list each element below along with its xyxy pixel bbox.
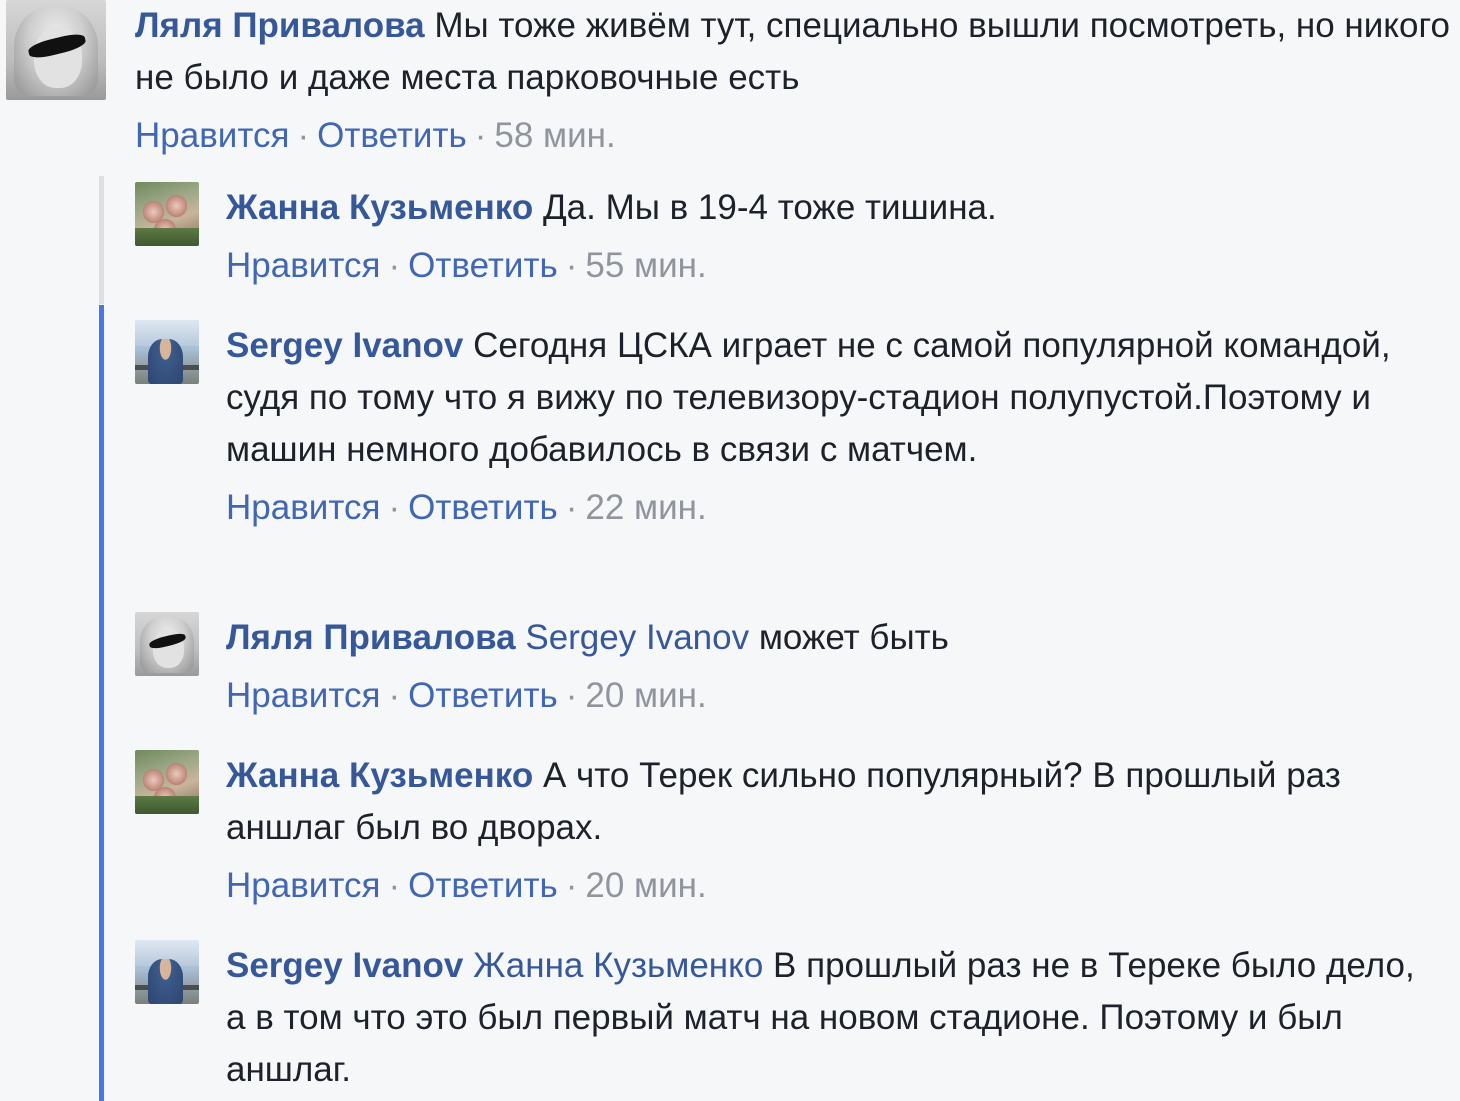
reply-thread-line [99, 176, 104, 304]
like-link[interactable]: Нравится [226, 676, 380, 715]
comment-text: Sergey Ivanov Сегодня ЦСКА играет не с с… [226, 320, 1436, 476]
comment-author-link[interactable]: Sergey Ivanov [226, 946, 463, 985]
comment-body: Жанна Кузьменко Да. Мы в 19-4 тоже тишин… [226, 182, 1436, 292]
comment-actions: Нравится · Ответить · 22 мин. [226, 482, 1436, 534]
separator-dot: · [388, 488, 401, 527]
comment-author-link[interactable]: Ляля Привалова [135, 6, 425, 45]
comment-text: Sergey Ivanov Жанна Кузьменко В прошлый … [226, 940, 1436, 1096]
comment-actions: Нравится · Ответить · 20 мин. [226, 860, 1436, 912]
like-link[interactable]: Нравится [226, 866, 380, 905]
avatar[interactable] [135, 320, 199, 384]
reply-link[interactable]: Ответить [408, 246, 558, 285]
comment-author-link[interactable]: Жанна Кузьменко [226, 188, 533, 227]
avatar[interactable] [135, 182, 199, 246]
reply-link[interactable]: Ответить [317, 116, 467, 155]
comment-author-link[interactable]: Жанна Кузьменко [226, 756, 533, 795]
separator-dot: · [474, 116, 487, 155]
comment-text: Ляля Привалова Sergey Ivanov может быть [226, 612, 1436, 664]
reply-comment: Жанна Кузьменко А что Терек сильно попул… [135, 750, 1436, 912]
like-link[interactable]: Нравится [226, 246, 380, 285]
comment-thread: Ляля Привалова Мы тоже живём тут, специа… [0, 0, 1460, 1101]
comment-actions: Нравится · Ответить · 58 мин. [135, 110, 1455, 162]
comment-timestamp[interactable]: 55 мин. [585, 246, 706, 285]
comment-timestamp[interactable]: 22 мин. [585, 488, 706, 527]
like-link[interactable]: Нравится [226, 488, 380, 527]
like-link[interactable]: Нравится [135, 116, 289, 155]
mention-link[interactable]: Sergey Ivanov [525, 618, 749, 657]
comment-author-link[interactable]: Ляля Привалова [226, 618, 516, 657]
comment-body: Sergey Ivanov Жанна Кузьменко В прошлый … [226, 940, 1436, 1096]
avatar[interactable] [135, 612, 199, 676]
avatar[interactable] [135, 750, 199, 814]
reply-comment: Sergey Ivanov Сегодня ЦСКА играет не с с… [135, 320, 1436, 534]
comment-author-link[interactable]: Sergey Ivanov [226, 326, 463, 365]
separator-dot: · [565, 488, 578, 527]
reply-comment: Sergey Ivanov Жанна Кузьменко В прошлый … [135, 940, 1436, 1096]
comment-timestamp[interactable]: 20 мин. [585, 866, 706, 905]
separator-dot: · [297, 116, 310, 155]
separator-dot: · [388, 676, 401, 715]
comment-timestamp[interactable]: 58 мин. [494, 116, 615, 155]
comment-text: Ляля Привалова Мы тоже живём тут, специа… [135, 0, 1455, 104]
reply-link[interactable]: Ответить [408, 866, 558, 905]
comment-body: Sergey Ivanov Сегодня ЦСКА играет не с с… [226, 320, 1436, 534]
separator-dot: · [388, 246, 401, 285]
avatar[interactable] [6, 0, 106, 100]
reply-link[interactable]: Ответить [408, 676, 558, 715]
reply-link[interactable]: Ответить [408, 488, 558, 527]
comment-text-content: может быть [758, 618, 949, 657]
reply-comment: Жанна Кузьменко Да. Мы в 19-4 тоже тишин… [135, 182, 1436, 292]
comment-actions: Нравится · Ответить · 55 мин. [226, 240, 1436, 292]
comment-text-content: Да. Мы в 19-4 тоже тишина. [542, 188, 997, 227]
comment-text: Жанна Кузьменко А что Терек сильно попул… [226, 750, 1436, 854]
comment-text: Жанна Кузьменко Да. Мы в 19-4 тоже тишин… [226, 182, 1436, 234]
separator-dot: · [565, 676, 578, 715]
comment-body: Ляля Привалова Sergey Ivanov может быть … [226, 612, 1436, 722]
separator-dot: · [388, 866, 401, 905]
avatar[interactable] [135, 940, 199, 1004]
top-comment: Ляля Привалова Мы тоже живём тут, специа… [6, 0, 1460, 162]
separator-dot: · [565, 246, 578, 285]
separator-dot: · [565, 866, 578, 905]
reply-thread-highlight-line [99, 305, 104, 1101]
mention-link[interactable]: Жанна Кузьменко [473, 946, 763, 985]
comment-actions: Нравится · Ответить · 20 мин. [226, 670, 1436, 722]
reply-comment: Ляля Привалова Sergey Ivanov может быть … [135, 612, 1436, 722]
comment-timestamp[interactable]: 20 мин. [585, 676, 706, 715]
comment-body: Ляля Привалова Мы тоже живём тут, специа… [135, 0, 1455, 162]
comment-body: Жанна Кузьменко А что Терек сильно попул… [226, 750, 1436, 912]
